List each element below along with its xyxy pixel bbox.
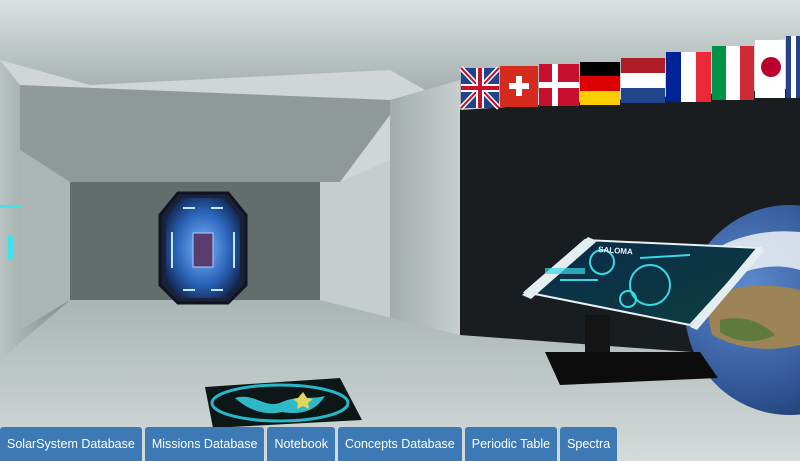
solarsystem-database-button[interactable]: SolarSystem Database <box>0 427 142 461</box>
concepts-database-button[interactable]: Concepts Database <box>337 427 462 461</box>
app-toolbar: SolarSystem Database Missions Database N… <box>0 427 618 461</box>
flag <box>580 62 620 76</box>
room-scene: SALOMA <box>0 0 800 461</box>
wall-light-strip <box>0 205 22 208</box>
wall-light-strip <box>8 235 13 260</box>
notebook-button[interactable]: Notebook <box>267 427 335 461</box>
door-emblem <box>192 232 214 268</box>
spectra-button[interactable]: Spectra <box>560 427 618 461</box>
periodic-table-button[interactable]: Periodic Table <box>464 427 558 461</box>
missions-database-button[interactable]: Missions Database <box>144 427 265 461</box>
ceiling-soffit <box>20 85 390 182</box>
flag <box>621 58 665 73</box>
right-pillar <box>390 80 460 335</box>
flag <box>666 52 681 102</box>
flag <box>712 46 726 100</box>
